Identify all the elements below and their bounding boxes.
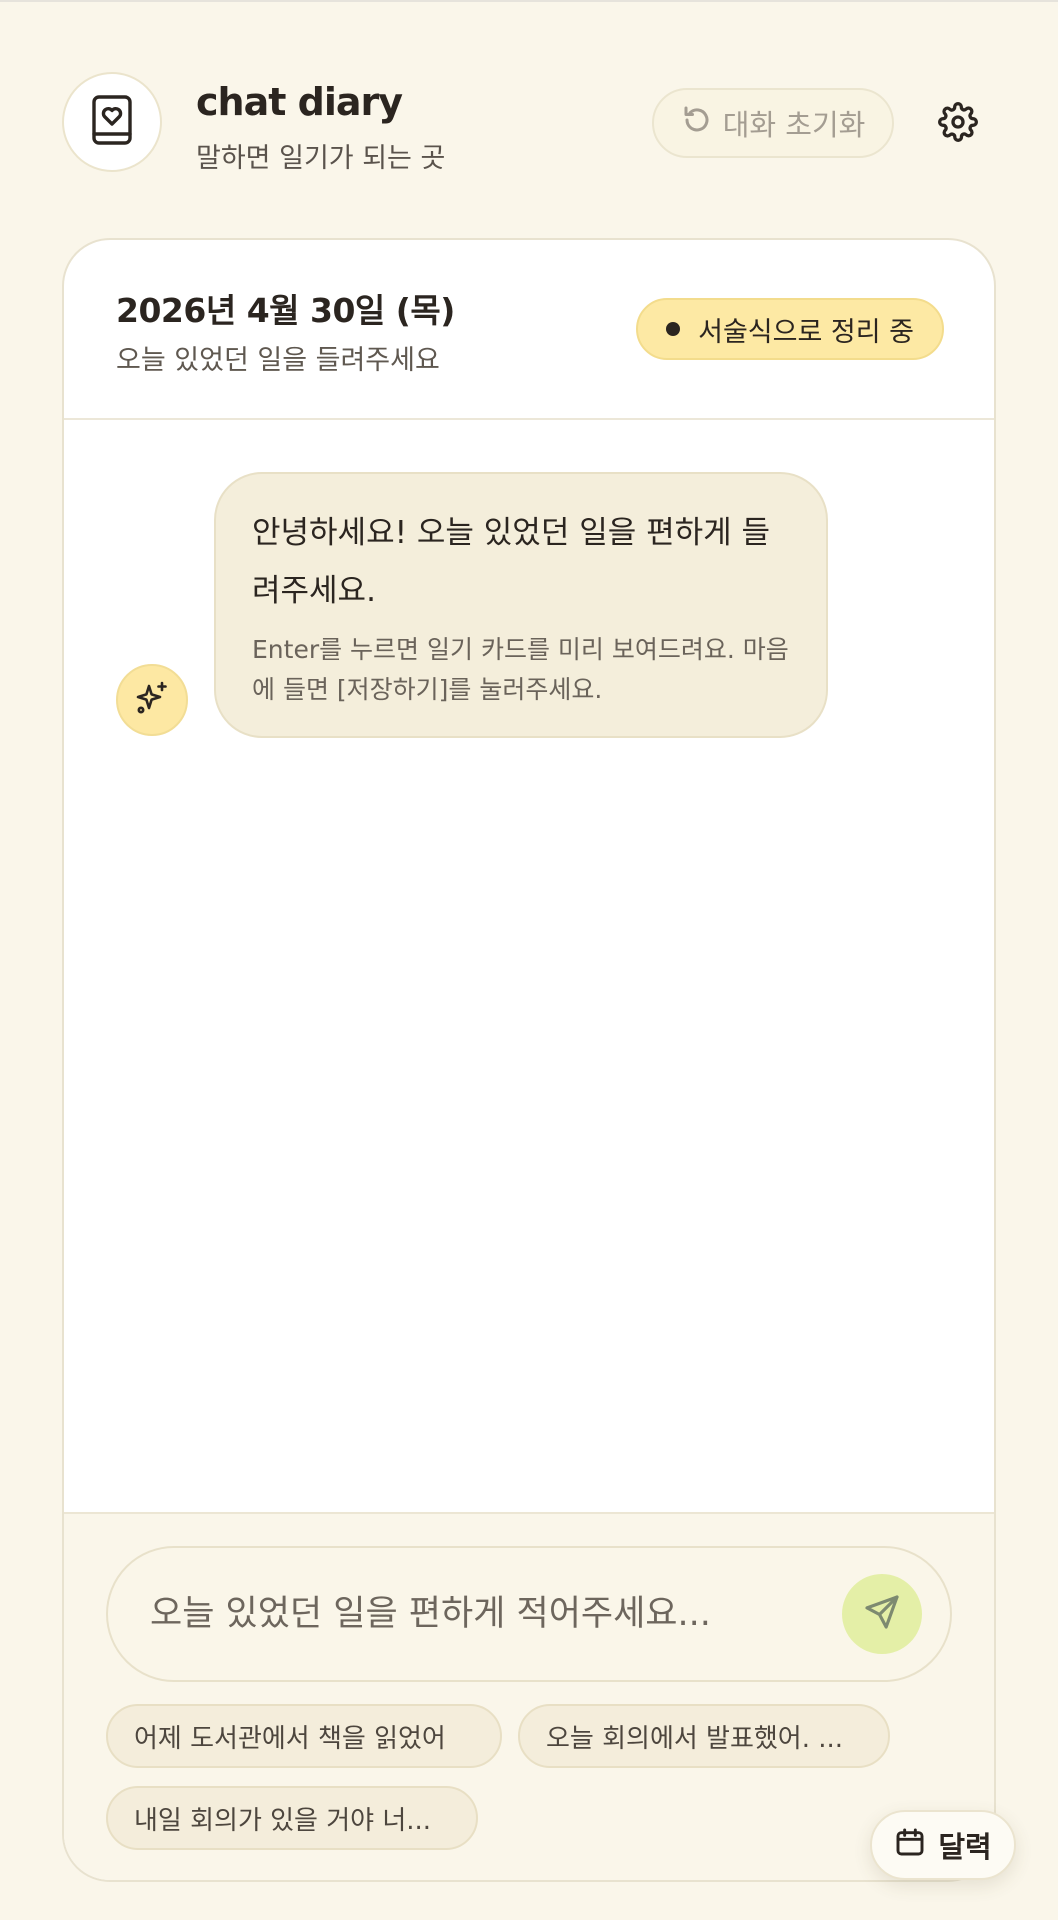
assistant-message-bubble: 안녕하세요! 오늘 있었던 일을 편하게 들려주세요. Enter를 누르면 일… xyxy=(214,472,828,738)
sparkles-icon xyxy=(133,679,171,721)
card-header: 2026년 4월 30일 (목) 오늘 있었던 일을 들려주세요 서술식으로 정… xyxy=(64,240,994,420)
message-input[interactable] xyxy=(106,1546,952,1682)
date-title: 2026년 4월 30일 (목) xyxy=(116,291,455,330)
app-title: chat diary xyxy=(196,80,403,124)
calendar-button-label: 달력 xyxy=(938,1830,992,1864)
calendar-button[interactable]: 달력 xyxy=(870,1810,1016,1880)
app-logo xyxy=(62,72,162,172)
status-dot xyxy=(666,322,681,336)
send-icon xyxy=(862,1592,902,1636)
settings-button[interactable] xyxy=(930,96,986,152)
mode-badge-label: 서술식으로 정리 중 xyxy=(698,316,914,348)
reset-conversation-button[interactable]: 대화 초기화 xyxy=(652,88,894,158)
assistant-message-hint: Enter를 누르면 일기 카드를 미리 보여드려요. 마음에 들면 [저장하기… xyxy=(252,635,789,704)
date-prompt: 오늘 있었던 일을 들려주세요 xyxy=(116,345,440,376)
gear-icon xyxy=(938,102,978,146)
composer: 어제 도서관에서 책을 읽었어 오늘 회의에서 발표했어. ... 내일 회의가… xyxy=(64,1512,994,1880)
app-header: chat diary 말하면 일기가 되는 곳 대화 초기화 xyxy=(62,72,996,176)
suggestion-chip[interactable]: 어제 도서관에서 책을 읽었어 xyxy=(106,1704,502,1768)
send-button[interactable] xyxy=(842,1574,922,1654)
diary-heart-icon xyxy=(90,94,134,150)
calendar-icon xyxy=(894,1826,926,1865)
reset-button-label: 대화 초기화 xyxy=(722,108,866,142)
assistant-message-text: 안녕하세요! 오늘 있었던 일을 편하게 들려주세요. xyxy=(252,515,771,609)
mode-badge: 서술식으로 정리 중 xyxy=(636,298,944,360)
app-subtitle: 말하면 일기가 되는 곳 xyxy=(196,143,446,174)
rotate-ccw-icon xyxy=(681,104,713,143)
assistant-avatar xyxy=(116,664,188,736)
diary-card: 2026년 4월 30일 (목) 오늘 있었던 일을 들려주세요 서술식으로 정… xyxy=(62,238,996,1882)
suggestion-chip[interactable]: 내일 회의가 있을 거야 너... xyxy=(106,1786,478,1850)
suggestion-chip[interactable]: 오늘 회의에서 발표했어. ... xyxy=(518,1704,890,1768)
chat-message-list[interactable]: 안녕하세요! 오늘 있었던 일을 편하게 들려주세요. Enter를 누르면 일… xyxy=(64,420,994,1512)
